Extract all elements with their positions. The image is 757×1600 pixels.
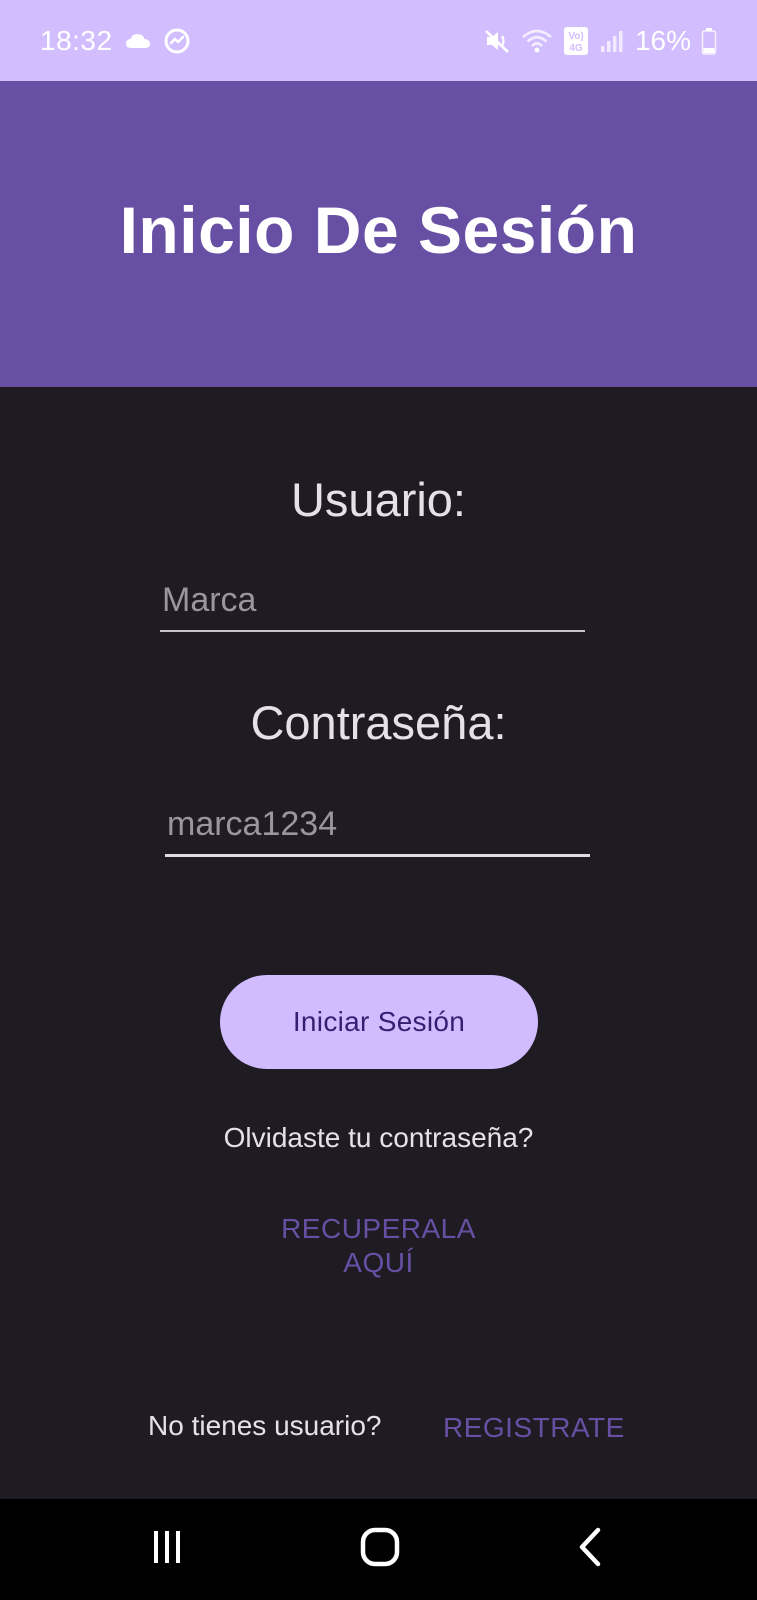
cloud-icon bbox=[125, 32, 151, 50]
wifi-icon bbox=[521, 28, 553, 54]
recents-button[interactable] bbox=[107, 1499, 227, 1600]
mute-icon bbox=[483, 27, 511, 55]
login-button[interactable]: Iniciar Sesión bbox=[220, 975, 538, 1069]
battery-percent: 16% bbox=[634, 24, 691, 56]
home-button[interactable] bbox=[320, 1499, 440, 1600]
page-title: Inicio De Sesión bbox=[119, 193, 638, 267]
user-input-value: Marca bbox=[162, 581, 257, 619]
recover-password-link[interactable]: RECUPERALA AQUÍ bbox=[228, 1212, 529, 1280]
navigation-bar bbox=[0, 1499, 757, 1600]
password-label: Contraseña: bbox=[250, 696, 507, 749]
no-user-text: No tienes usuario? bbox=[148, 1410, 382, 1441]
signal-icon bbox=[599, 28, 625, 54]
password-input[interactable]: marca1234 bbox=[165, 795, 590, 857]
login-screen: 18:32 Vo) 4G 16% Inicio De Sesión Usuari… bbox=[0, 0, 757, 1600]
password-input-value: marca1234 bbox=[167, 805, 338, 843]
status-left: 18:32 bbox=[40, 25, 191, 57]
status-time: 18:32 bbox=[40, 24, 113, 56]
user-input[interactable]: Marca bbox=[160, 570, 585, 632]
user-label: Usuario: bbox=[290, 473, 466, 526]
battery-icon bbox=[701, 27, 717, 55]
status-right: Vo) 4G 16% bbox=[483, 25, 717, 57]
recover-link-line2: AQUÍ bbox=[343, 1247, 414, 1278]
back-icon bbox=[572, 1527, 612, 1572]
status-bar: 18:32 Vo) 4G 16% bbox=[0, 0, 757, 81]
sync-icon bbox=[163, 27, 191, 55]
svg-text:4G: 4G bbox=[569, 43, 583, 54]
forgot-password-text: Olvidaste tu contraseña? bbox=[223, 1122, 534, 1153]
home-icon bbox=[359, 1526, 401, 1573]
volte-4g-icon: Vo) 4G bbox=[563, 26, 589, 56]
back-button[interactable] bbox=[532, 1499, 652, 1600]
recents-icon bbox=[147, 1527, 187, 1572]
register-link[interactable]: REGISTRATE bbox=[443, 1412, 625, 1444]
svg-text:Vo): Vo) bbox=[568, 31, 583, 42]
app-header: Inicio De Sesión bbox=[0, 81, 757, 387]
recover-link-line1: RECUPERALA bbox=[281, 1213, 476, 1244]
